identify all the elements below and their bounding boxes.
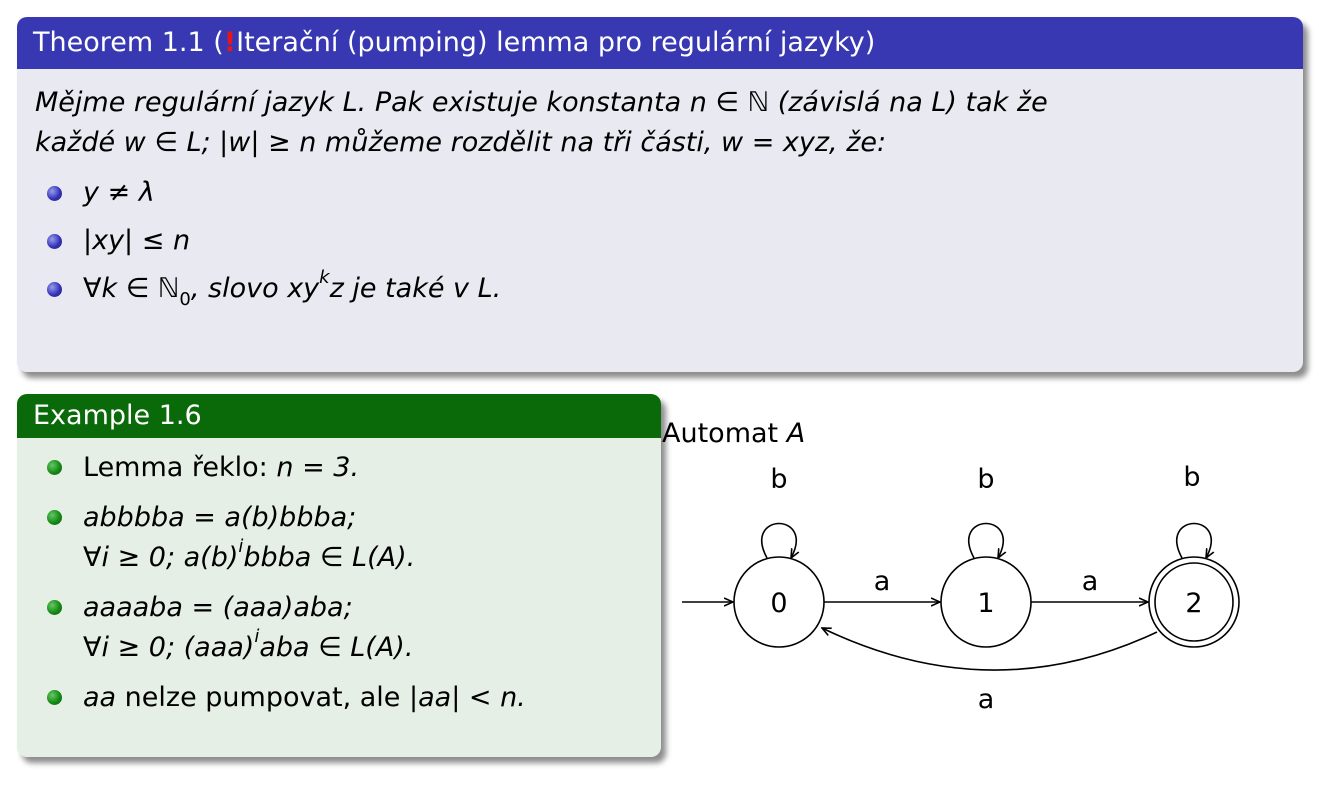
bullet-icon	[47, 510, 62, 525]
bullet-icon	[47, 600, 62, 615]
item-line2-prefix: ∀i ≥ 0; (aaa)	[83, 632, 255, 663]
bullet-icon	[47, 186, 62, 201]
state-label-2: 2	[1185, 588, 1202, 619]
theorem-statement-line2: každé w ∈ L; |w| ≥ n můžeme rozdělit na …	[35, 127, 887, 158]
list-item: aa nelze pumpovat, ale |aa| < n.	[35, 678, 643, 718]
condition-suffix: z je také v L.	[329, 273, 502, 304]
list-item: |xy| ≤ n	[35, 221, 1285, 261]
self-loop-0	[760, 522, 796, 559]
item-line2: ∀i ≥ 0; a(b)ibbba ∈ L(A).	[83, 538, 643, 578]
condition-mid: , slovo xy	[190, 273, 320, 304]
item-line2: ∀i ≥ 0; (aaa)iaba ∈ L(A).	[83, 628, 643, 668]
item-math: |aa| < n.	[409, 682, 526, 713]
theorem-title: Theorem 1.1 (!Iterační (pumping) lemma p…	[17, 17, 1303, 69]
theorem-exclamation-mark: !	[223, 27, 237, 58]
condition-text: |xy| ≤ n	[83, 225, 191, 256]
item-line1: abbbba = a(b)bbba;	[83, 502, 357, 533]
self-loop-1	[967, 522, 1003, 559]
transition-2-0	[822, 628, 1158, 671]
theorem-block: Theorem 1.1 (!Iterační (pumping) lemma p…	[17, 17, 1303, 372]
item-text: Lemma řeklo:	[83, 452, 277, 483]
automaton-title-var: A	[786, 418, 806, 449]
example-block: Example 1.6 Lemma řeklo: n = 3. abbbba =…	[17, 394, 661, 757]
loop-label-0: b	[770, 464, 787, 495]
item-math: n = 3.	[276, 452, 360, 483]
list-item: y ≠ λ	[35, 173, 1285, 213]
bullet-icon	[47, 460, 62, 475]
loop-label-2: b	[1183, 462, 1200, 493]
item-line2-prefix: ∀i ≥ 0; a(b)	[83, 542, 239, 573]
item-line2-suffix: aba ∈ L(A).	[259, 632, 414, 663]
theorem-title-suffix: Iterační (pumping) lemma pro regulární j…	[236, 27, 876, 58]
item-text: nelze pumpovat, ale	[116, 682, 409, 713]
bullet-icon	[47, 282, 62, 297]
transition-label-2-0: a	[978, 684, 995, 715]
automaton-title-text: Automat	[662, 418, 787, 449]
self-loop-2	[1175, 522, 1211, 559]
theorem-body: Mějme regulární jazyk L. Pak existuje ko…	[17, 69, 1303, 309]
list-item: aaaaba = (aaa)aba; ∀i ≥ 0; (aaa)iaba ∈ L…	[35, 588, 643, 668]
list-item: Lemma řeklo: n = 3.	[35, 448, 643, 488]
list-item: ∀k ∈ ℕ0, slovo xykz je také v L.	[35, 269, 1285, 309]
theorem-statement-line1: Mějme regulární jazyk L. Pak existuje ko…	[35, 87, 1048, 118]
automaton-title: Automat A	[662, 418, 805, 449]
condition-text: y ≠ λ	[83, 177, 155, 208]
example-item-list: Lemma řeklo: n = 3. abbbba = a(b)bbba; ∀…	[35, 448, 643, 718]
loop-label-1: b	[977, 464, 994, 495]
condition-subscript: 0	[179, 289, 191, 310]
list-item: abbbba = a(b)bbba; ∀i ≥ 0; a(b)ibbba ∈ L…	[35, 498, 643, 578]
example-title: Example 1.6	[17, 394, 661, 438]
transition-label-0-1: a	[874, 566, 891, 597]
example-body: Lemma řeklo: n = 3. abbbba = a(b)bbba; ∀…	[17, 438, 661, 718]
item-italic: aa	[83, 682, 117, 713]
state-label-1: 1	[977, 588, 994, 619]
item-line1: aaaaba = (aaa)aba;	[83, 592, 353, 623]
condition-superscript: k	[319, 267, 330, 288]
theorem-title-prefix: Theorem 1.1 (	[33, 27, 224, 58]
automaton-diagram: 0 1 2 b b b a a a	[682, 462, 1240, 715]
item-line2-suffix: bbba ∈ L(A).	[243, 542, 416, 573]
theorem-condition-list: y ≠ λ |xy| ≤ n ∀k ∈ ℕ0, slovo xykz je ta…	[35, 173, 1285, 309]
bullet-icon	[47, 234, 62, 249]
transition-label-1-2: a	[1082, 566, 1099, 597]
condition-prefix: ∀k ∈ ℕ	[83, 273, 180, 304]
bullet-icon	[47, 690, 62, 705]
state-label-0: 0	[770, 588, 787, 619]
